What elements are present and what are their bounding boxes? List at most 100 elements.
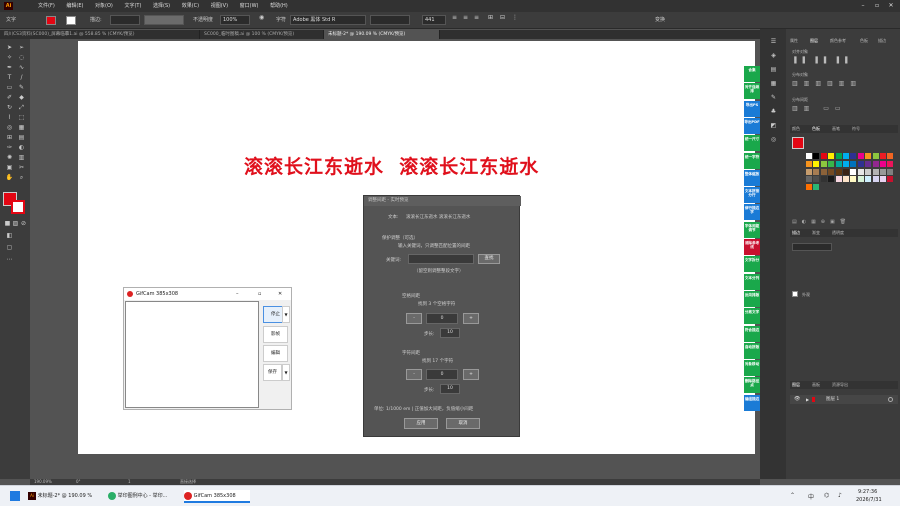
plugin-button[interactable]: 整体缩放 xyxy=(744,169,760,186)
current-fill-swatch[interactable] xyxy=(792,137,804,149)
color-swatch[interactable] xyxy=(857,160,864,167)
menu-effect[interactable]: 效果(C) xyxy=(182,0,199,12)
color-swatch[interactable] xyxy=(828,168,835,175)
minimize-icon[interactable]: – xyxy=(858,2,868,10)
char-value-input[interactable]: 0 xyxy=(426,369,458,380)
tray-network-icon[interactable]: ⌬ xyxy=(824,492,829,499)
layer-visibility-icon[interactable]: 👁 xyxy=(794,395,800,404)
layer-expand-icon[interactable]: ▶ xyxy=(806,395,809,404)
color-swatch[interactable] xyxy=(820,168,827,175)
more-tools-icon[interactable]: ⋯ xyxy=(4,255,15,264)
swatches-panel-icon[interactable]: ▦ xyxy=(768,79,779,88)
plugin-button[interactable]: 文本拼接分行 xyxy=(744,187,760,204)
gifcam-maximize-icon[interactable]: ▫ xyxy=(258,288,261,300)
plugin-button[interactable]: 文本分列 xyxy=(744,273,760,290)
color-swatch[interactable] xyxy=(835,176,842,183)
graphic-styles-icon[interactable]: ◩ xyxy=(768,121,779,130)
color-swatch[interactable] xyxy=(857,153,864,159)
color-swatch[interactable] xyxy=(843,160,849,167)
character-label[interactable]: 字符 xyxy=(276,16,286,23)
plugin-button[interactable]: 自动拼版 xyxy=(744,342,760,359)
draw-mode-icon[interactable]: ◧ xyxy=(4,231,15,240)
color-swatch[interactable] xyxy=(806,168,812,175)
start-button[interactable] xyxy=(10,491,20,501)
opacity-input[interactable]: 100% xyxy=(220,15,250,25)
tab-artboards[interactable]: 画板 xyxy=(812,381,820,389)
color-swatch[interactable] xyxy=(887,160,894,167)
color-swatch[interactable] xyxy=(880,168,886,175)
color-swatch[interactable] xyxy=(865,176,872,183)
taskbar-item-wechat[interactable]: 举印图例中心 - 举印... xyxy=(108,490,180,503)
plugin-button[interactable]: 字体间距调节 xyxy=(744,221,760,238)
perspective-grid-icon[interactable]: ▦ xyxy=(16,123,27,132)
char-step-input[interactable]: 10 xyxy=(440,384,460,394)
paintbrush-tool-icon[interactable]: ✎ xyxy=(16,83,27,92)
color-swatch[interactable] xyxy=(843,176,849,183)
color-swatch[interactable] xyxy=(820,153,827,159)
fill-color-swatch[interactable] xyxy=(46,16,56,25)
distribute-icon[interactable]: ⊟ xyxy=(500,14,505,21)
color-swatch[interactable] xyxy=(813,184,820,191)
eyedropper-tool-icon[interactable]: ✑ xyxy=(4,143,15,152)
color-swatch[interactable] xyxy=(872,176,879,183)
type-tool-icon[interactable]: T xyxy=(4,73,15,82)
color-swatch[interactable] xyxy=(880,160,886,167)
shaper-tool-icon[interactable]: ✐ xyxy=(4,93,15,102)
clock-time[interactable]: 9:27:36 xyxy=(858,489,877,495)
color-swatch[interactable] xyxy=(806,160,812,167)
space-step-input[interactable]: 10 xyxy=(440,328,460,338)
plugin-button[interactable]: 导出PDF xyxy=(744,117,760,134)
taskbar-item-gifcam[interactable]: GifCam 385x308 xyxy=(184,490,250,503)
swatch-footer-icons[interactable]: ▤◐▦⊕▣🗑 xyxy=(792,219,898,225)
align-buttons-row[interactable]: ▐▌▐▌▐▌ xyxy=(792,57,892,67)
color-swatch[interactable] xyxy=(828,153,835,159)
maximize-icon[interactable]: ▫ xyxy=(872,2,882,10)
color-swatch[interactable] xyxy=(813,153,820,159)
find-button[interactable]: 查找 xyxy=(478,254,500,264)
tab-transparency[interactable]: 透明度 xyxy=(832,229,844,237)
gifcam-close-icon[interactable]: ✕ xyxy=(278,288,282,300)
layer-name[interactable]: 图层 1 xyxy=(826,395,839,404)
spacing-buttons-row[interactable]: ▥▥ ▭▭ xyxy=(792,105,892,115)
tray-ime-icon[interactable]: 中 xyxy=(808,492,814,501)
color-swatch[interactable] xyxy=(887,153,894,159)
plugin-button[interactable]: 消除参考线 xyxy=(744,239,760,255)
gifcam-minimize-icon[interactable]: – xyxy=(236,288,239,300)
frame-button[interactable]: 影帧 xyxy=(263,326,288,343)
color-swatch[interactable] xyxy=(843,168,849,175)
plugin-button[interactable]: 修行描边字 xyxy=(744,204,760,221)
color-swatch[interactable] xyxy=(865,168,872,175)
space-plus-button[interactable]: + xyxy=(463,313,479,324)
color-swatch[interactable] xyxy=(828,160,835,167)
plugin-button[interactable]: 分离文字 xyxy=(744,308,760,325)
scale-tool-icon[interactable]: ⤢ xyxy=(16,103,27,112)
curvature-tool-icon[interactable]: ∿ xyxy=(16,63,27,72)
color-swatch[interactable] xyxy=(880,153,886,159)
variable-width-profile[interactable] xyxy=(144,15,184,25)
gifcam-capture-frame[interactable] xyxy=(125,301,259,408)
stroke-swatch[interactable] xyxy=(11,200,25,214)
color-swatch[interactable] xyxy=(806,184,812,191)
recolor-icon[interactable]: ◉ xyxy=(259,14,264,21)
font-family-select[interactable]: Adobe 黑体 Std R xyxy=(290,15,366,25)
align-objects-icon[interactable]: ⊞ xyxy=(488,14,493,21)
color-swatch[interactable] xyxy=(850,176,857,183)
menu-window[interactable]: 窗口(W) xyxy=(240,0,259,12)
stop-dropdown-icon[interactable]: ▼ xyxy=(282,306,290,323)
artboard-headline-text[interactable]: 滚滚长江东逝水 滚滚长江东逝水 xyxy=(244,152,539,179)
cancel-button[interactable]: 取消 xyxy=(446,418,480,429)
doc-tab-active[interactable]: 未标题-2* @ 190.09 % (CMYK/预览) xyxy=(324,30,440,39)
stroke-weight-field[interactable] xyxy=(792,243,832,251)
apply-button[interactable]: 应用 xyxy=(404,418,438,429)
tab-swatches[interactable]: 色板 xyxy=(860,37,868,45)
color-swatch[interactable] xyxy=(857,168,864,175)
color-swatch[interactable] xyxy=(806,153,812,159)
plugin-button[interactable]: 统一尺寸 xyxy=(744,135,760,152)
color-swatch[interactable] xyxy=(835,153,842,159)
color-swatch[interactable] xyxy=(887,168,894,175)
menu-select[interactable]: 选择(S) xyxy=(153,0,170,12)
tab-brushes[interactable]: 画笔 xyxy=(832,125,840,133)
line-tool-icon[interactable]: / xyxy=(16,73,27,82)
color-swatch[interactable] xyxy=(850,160,857,167)
stroke-color-swatch[interactable] xyxy=(66,16,76,25)
